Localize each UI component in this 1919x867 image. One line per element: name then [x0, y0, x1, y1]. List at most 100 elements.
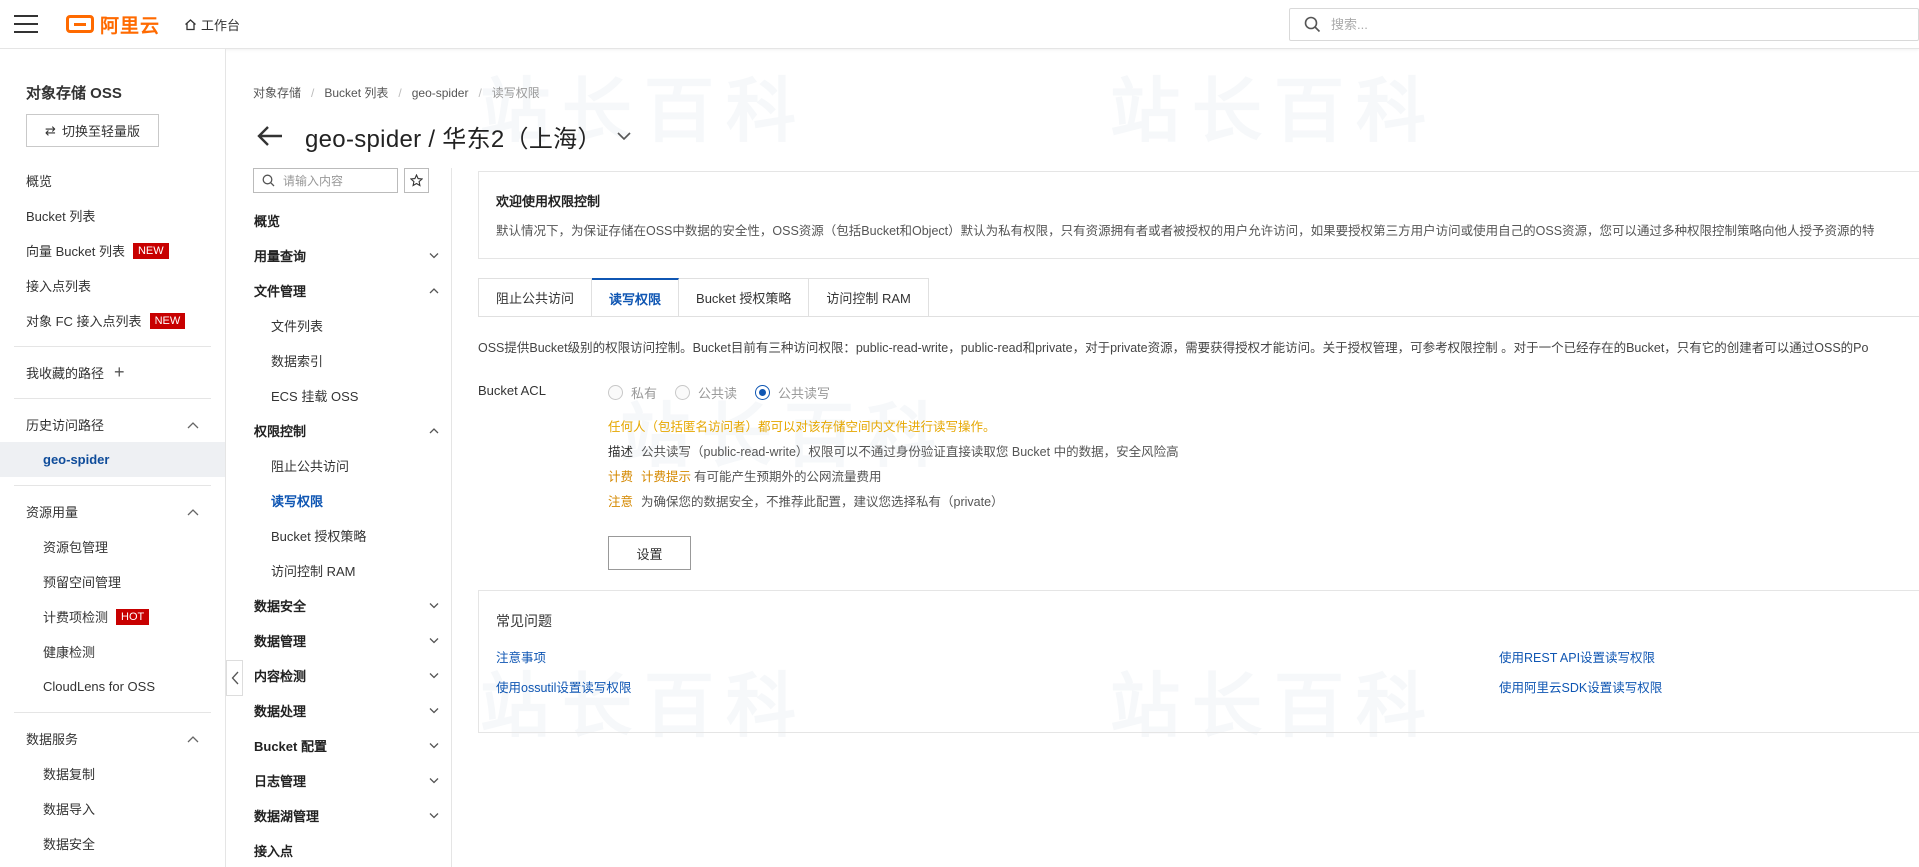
- sidebar-item-vector-bucket[interactable]: 向量 Bucket 列表 NEW: [0, 233, 225, 268]
- sidebar-item-label: 计费项检测: [43, 610, 109, 625]
- nav-item-7[interactable]: 阻止公共访问: [243, 448, 451, 483]
- resource-label: 资源用量: [26, 505, 79, 520]
- chevron-down-icon: [429, 603, 439, 609]
- sidebar-item-access-points[interactable]: 接入点列表: [0, 268, 225, 303]
- sidebar-item-label: 概览: [26, 174, 53, 189]
- nav-item-14[interactable]: 数据处理: [243, 693, 451, 728]
- acl-label: Bucket ACL: [478, 383, 546, 398]
- sidebar-item-health-check[interactable]: 健康检测: [0, 634, 225, 669]
- nav-item-label: Bucket 授权策略: [271, 529, 367, 544]
- radio-circle[interactable]: [755, 385, 771, 400]
- sidebar-item-overview[interactable]: 概览: [0, 163, 225, 198]
- aliyun-logo[interactable]: 阿里云: [66, 11, 160, 38]
- global-search-input[interactable]: [1331, 17, 1831, 32]
- nav-item-17[interactable]: 数据湖管理: [243, 798, 451, 833]
- acl-option-public-read-write[interactable]: 公共读写: [755, 383, 830, 402]
- favorite-button[interactable]: [404, 168, 429, 193]
- sidebar-item-reserved-space[interactable]: 预留空间管理: [0, 564, 225, 599]
- nav-item-12[interactable]: 数据管理: [243, 623, 451, 658]
- acl-note-row: 注意 为确保您的数据安全，不推荐此配置，建议您选择私有（private）: [608, 491, 1004, 510]
- sidebar-item-fc-access-points[interactable]: 对象 FC 接入点列表 NEW: [0, 303, 225, 338]
- switch-lite-button[interactable]: ⇄ 切换至轻量版: [26, 114, 159, 147]
- breadcrumb-bucket[interactable]: geo-spider: [412, 86, 469, 100]
- faq-panel: 常见问题 注意事项 使用REST API设置读写权限 使用ossutil设置读写…: [478, 590, 1919, 733]
- nav-item-18[interactable]: 接入点: [243, 833, 451, 867]
- sidebar-data-service-group[interactable]: 数据服务: [0, 721, 225, 756]
- nav-item-11[interactable]: 数据安全: [243, 588, 451, 623]
- nav-item-4[interactable]: 数据索引: [243, 343, 451, 378]
- acl-option-private[interactable]: 私有: [608, 383, 657, 402]
- global-search[interactable]: [1289, 8, 1919, 41]
- nav-item-15[interactable]: Bucket 配置: [243, 728, 451, 763]
- chevron-up-icon: [187, 421, 199, 428]
- nav-item-0[interactable]: 概览: [243, 203, 451, 238]
- nav-item-8[interactable]: 读写权限: [243, 483, 451, 518]
- note-key: 注意: [608, 495, 634, 509]
- faq-link-ossutil[interactable]: 使用ossutil设置读写权限: [496, 677, 631, 696]
- radio-circle[interactable]: [608, 385, 623, 400]
- nav-item-1[interactable]: 用量查询: [243, 238, 451, 273]
- sidebar-item-data-replication[interactable]: 数据复制: [0, 756, 225, 791]
- divider: [14, 712, 211, 713]
- acl-option-public-read[interactable]: 公共读: [675, 383, 737, 402]
- tab-ram[interactable]: 访问控制 RAM: [809, 278, 929, 317]
- search-icon: [262, 174, 275, 187]
- sidebar-item-label: 数据导入: [43, 802, 96, 817]
- sidebar-item-label: 资源包管理: [43, 540, 109, 555]
- faq-title: 常见问题: [496, 613, 552, 629]
- tab-acl[interactable]: 读写权限: [592, 278, 680, 317]
- sidebar-item-label: 对象 FC 接入点列表: [26, 314, 142, 329]
- sidebar-item-resource-pack[interactable]: 资源包管理: [0, 529, 225, 564]
- nav-item-label: 阻止公共访问: [271, 459, 350, 474]
- page-title: geo-spider / 华东2（上海）: [305, 125, 602, 153]
- nav-item-9[interactable]: Bucket 授权策略: [243, 518, 451, 553]
- menu-icon[interactable]: [14, 15, 38, 33]
- nav-item-label: ECS 挂载 OSS: [271, 389, 359, 404]
- breadcrumb-oss[interactable]: 对象存储: [253, 84, 301, 101]
- nav-item-label: 数据湖管理: [254, 809, 320, 824]
- sidebar-history-group[interactable]: 历史访问路径: [0, 407, 225, 442]
- nav-item-2[interactable]: 文件管理: [243, 273, 451, 308]
- sidebar-item-label: 接入点列表: [26, 279, 92, 294]
- sidebar-collapse-handle[interactable]: [226, 660, 243, 696]
- sidebar-item-bucket-list[interactable]: Bucket 列表: [0, 198, 225, 233]
- back-arrow-icon[interactable]: [253, 125, 287, 147]
- nav-search-box[interactable]: [253, 168, 398, 193]
- tab-block-public-access[interactable]: 阻止公共访问: [478, 278, 593, 317]
- tab-bucket-policy[interactable]: Bucket 授权策略: [679, 278, 810, 317]
- workbench-label: 工作台: [201, 17, 241, 33]
- nav-item-label: 接入点: [254, 844, 294, 859]
- nav-item-3[interactable]: 文件列表: [243, 308, 451, 343]
- nav-search: [243, 168, 451, 193]
- nav-search-input[interactable]: [283, 173, 393, 188]
- welcome-panel: 欢迎使用权限控制 默认情况下，为保证存储在OSS中数据的安全性，OSS资源（包括…: [478, 171, 1919, 259]
- sidebar-item-cloudlens[interactable]: CloudLens for OSS: [0, 669, 225, 704]
- nav-item-6[interactable]: 权限控制: [243, 413, 451, 448]
- chevron-down-icon: [429, 813, 439, 819]
- search-icon: [1304, 16, 1321, 33]
- chevron-down-icon[interactable]: [616, 131, 632, 141]
- sidebar-favorites[interactable]: 我收藏的路径 +: [0, 355, 225, 390]
- workbench-link[interactable]: 工作台: [184, 15, 240, 34]
- nav-item-13[interactable]: 内容检测: [243, 658, 451, 693]
- history-label: 历史访问路径: [26, 418, 105, 433]
- nav-item-label: 数据管理: [254, 634, 307, 649]
- nav-item-label: 数据索引: [271, 354, 324, 369]
- set-acl-button[interactable]: 设置: [608, 536, 691, 570]
- nav-item-16[interactable]: 日志管理: [243, 763, 451, 798]
- add-icon[interactable]: +: [114, 362, 125, 383]
- faq-link-sdk[interactable]: 使用阿里云SDK设置读写权限: [1499, 677, 1662, 696]
- radio-circle[interactable]: [675, 385, 691, 400]
- nav-item-10[interactable]: 访问控制 RAM: [243, 553, 451, 588]
- sidebar-item-data-security[interactable]: 数据安全: [0, 826, 225, 861]
- radio-label: 公共读写: [778, 386, 831, 401]
- sidebar-item-data-import[interactable]: 数据导入: [0, 791, 225, 826]
- faq-link-rest-api[interactable]: 使用REST API设置读写权限: [1499, 647, 1655, 666]
- new-badge: NEW: [149, 312, 186, 329]
- breadcrumb-bucket-list[interactable]: Bucket 列表: [324, 84, 388, 101]
- sidebar-resource-group[interactable]: 资源用量: [0, 494, 225, 529]
- sidebar-history-geo-spider[interactable]: geo-spider: [0, 442, 225, 477]
- nav-item-5[interactable]: ECS 挂载 OSS: [243, 378, 451, 413]
- sidebar-item-billing-check[interactable]: 计费项检测 HOT: [0, 599, 225, 634]
- faq-link-notes[interactable]: 注意事项: [496, 647, 546, 666]
